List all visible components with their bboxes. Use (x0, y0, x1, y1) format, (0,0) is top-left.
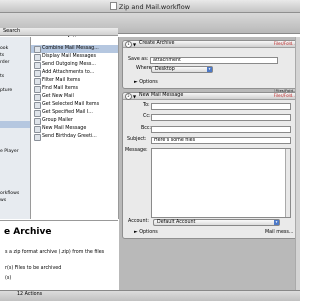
library-item[interactable]: ts (0, 52, 30, 59)
to-label: To: (143, 103, 150, 108)
options-label: Options (139, 230, 158, 235)
library-item[interactable]: ook (0, 45, 30, 52)
save-as-field[interactable]: attachment (150, 57, 278, 64)
status-bar: 12 Actions (0, 290, 300, 301)
disclosure-triangle-icon[interactable]: ▼ (133, 42, 136, 47)
account-value: Default Account (157, 220, 196, 225)
mail-action-icon (34, 102, 41, 109)
mail-options-toggle[interactable]: ► Options (134, 230, 158, 236)
search-label: Search (3, 28, 21, 34)
action-item-label: Add Attachments to... (42, 70, 95, 75)
mail-action-icon (34, 78, 41, 85)
library-list: ook ts rder ts pture e Player orkflows w… (0, 37, 31, 219)
action-item[interactable]: Combine Mail Messag... (31, 45, 118, 53)
library-item[interactable]: ws (0, 197, 30, 204)
cc-field[interactable] (151, 114, 291, 121)
action-item[interactable]: Get Selected Mail Items (31, 101, 118, 109)
action-title: New Mail Message (139, 93, 184, 98)
action-count: 12 Actions (17, 292, 43, 297)
action-item[interactable]: Group Mailer (31, 117, 118, 125)
message-label: Message: (125, 148, 148, 153)
title-bar: Zip and Mail.workflow (0, 0, 300, 13)
mail-action-icon (34, 110, 41, 117)
action-item-label: Get Selected Mail Items (42, 102, 100, 107)
bcc-label: Bcc: (141, 126, 152, 131)
action-item-label: Send Birthday Greeti... (42, 134, 97, 139)
action-header[interactable]: 1 ▼ Create Archive Files/Fold... (123, 41, 299, 48)
action-item[interactable]: Get Specified Mail I... (31, 109, 118, 117)
library-item[interactable]: e Player (0, 148, 30, 155)
mail-action-icon (34, 134, 41, 141)
where-popup[interactable]: Desktop ▾ (151, 66, 213, 73)
action-item-label: New Mail Message (42, 126, 87, 131)
workflow-area[interactable]: 1 ▼ Create Archive Files/Fold... Save as… (119, 37, 300, 290)
where-value: Desktop (155, 67, 175, 72)
mail-action-icon (34, 118, 41, 125)
options-label: Options (139, 80, 158, 85)
description-input: r(s) Files to be archived (5, 266, 62, 271)
mail-action-icon (34, 86, 41, 93)
document-icon (109, 2, 117, 10)
action-item[interactable]: Get New Mail (31, 93, 118, 101)
action-item-label: Filter Mail Items (42, 78, 81, 83)
new-mail-message-action[interactable]: 2 ▼ New Mail Message Files/Fold... To: C… (122, 92, 300, 239)
mail-action-icon (34, 126, 41, 133)
description-result: (s) (5, 276, 12, 281)
action-description: e Archive s a zip format archive (.zip) … (0, 220, 118, 291)
action-item[interactable]: New Mail Message (31, 125, 118, 133)
library-selection-highlight (0, 121, 30, 128)
workflow-scrollbar[interactable] (295, 37, 300, 290)
library-item[interactable]: ts (0, 73, 30, 80)
popup-arrows-icon: ▾ (207, 67, 212, 72)
account-label: Account: (128, 219, 149, 224)
action-item[interactable]: Find Mail Items (31, 85, 118, 93)
save-as-label: Save as: (128, 57, 149, 62)
action-item[interactable]: Filter Mail Items (31, 77, 118, 85)
action-input-type: Files/Fold... (273, 41, 296, 46)
mail-action-icon (34, 46, 41, 53)
description-text: s a zip format archive (.zip) from the f… (5, 250, 105, 255)
description-title: e Archive (4, 227, 52, 237)
search-bar[interactable]: Search (0, 28, 118, 36)
window-title: Zip and Mail.workflow (118, 3, 191, 11)
to-field[interactable] (151, 103, 291, 110)
action-item-label: Find Mail Items (42, 86, 79, 91)
action-number: 2 (125, 93, 132, 100)
create-archive-action[interactable]: 1 ▼ Create Archive Files/Fold... Save as… (122, 40, 300, 89)
mail-action-icon (34, 62, 41, 69)
message-body[interactable] (151, 148, 291, 218)
action-item-label: Display Mail Messages (42, 54, 96, 59)
account-popup[interactable]: Default Account ▾ (153, 219, 280, 226)
action-item-label: Group Mailer (42, 118, 73, 123)
mail-action-icon (34, 94, 41, 101)
action-item[interactable]: Send Birthday Greeti... (31, 133, 118, 141)
action-list: Combine Mail Messag... Display Mail Mess… (31, 37, 119, 219)
mail-action-icon (34, 54, 41, 61)
subject-label: Subject: (127, 137, 147, 142)
action-item[interactable]: Display Mail Messages (31, 53, 118, 61)
action-title: Create Archive (139, 41, 175, 46)
disclosure-triangle-icon[interactable]: ▼ (133, 94, 136, 99)
action-item-label: Get Specified Mail I... (42, 110, 93, 115)
library-item[interactable]: orkflows (0, 190, 30, 197)
action-number: 1 (125, 41, 132, 48)
subject-field[interactable]: Here's some files (151, 137, 291, 144)
bcc-field[interactable] (151, 126, 291, 133)
action-item-label: Send Outgoing Mess... (42, 62, 96, 67)
window-title-wrap: Zip and Mail.workflow (0, 2, 300, 11)
action-item[interactable]: Add Attachments to... (31, 69, 118, 77)
action-header[interactable]: 2 ▼ New Mail Message Files/Fold... (123, 93, 299, 100)
library-item[interactable]: pture (0, 87, 30, 94)
action-input-type: Files/Fold... (273, 93, 296, 98)
popup-arrows-icon: ▾ (274, 220, 279, 225)
cc-label: Cc: (143, 114, 151, 119)
action-item-label: Combine Mail Messag... (42, 46, 99, 51)
action-output-type: Mail mess... (265, 230, 294, 235)
mail-action-icon (34, 70, 41, 77)
action-item[interactable]: Send Outgoing Mess... (31, 61, 118, 69)
action-item-label: Get New Mail (42, 94, 74, 99)
library-item[interactable]: rder (0, 59, 30, 66)
archive-options-toggle[interactable]: ► Options (134, 80, 158, 86)
message-scrollbar[interactable] (285, 149, 290, 217)
